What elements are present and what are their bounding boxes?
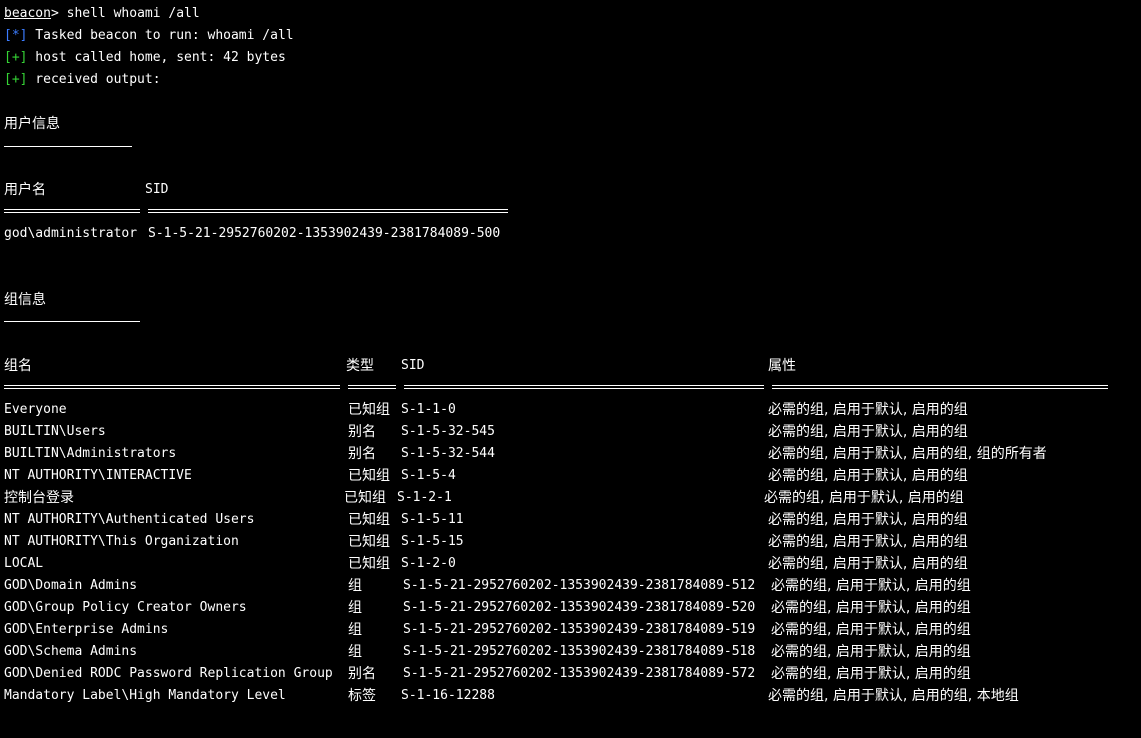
group-name: LOCAL [4, 556, 44, 571]
group-sid: S-1-5-21-2952760202-1353902439-238178408… [403, 666, 756, 681]
group-attributes: 必需的组, 启用于默认, 启用的组, 本地组 [768, 688, 1019, 704]
checkin-text: host called home, sent: 42 bytes [27, 50, 286, 65]
group-name-column-header: 组名 [4, 358, 32, 374]
group-sid: S-1-5-32-544 [401, 446, 495, 461]
command-line: beacon> shell whoami /all [4, 3, 200, 25]
group-attributes: 必需的组, 启用于默认, 启用的组 [768, 534, 968, 550]
group-type: 标签 [348, 688, 376, 704]
user-info-underline [4, 146, 132, 147]
group-name: GOD\Domain Admins [4, 578, 138, 593]
group-name: BUILTIN\Administrators [4, 446, 177, 461]
group-attributes: 必需的组, 启用于默认, 启用的组 [768, 402, 968, 418]
group-type: 已知组 [348, 512, 390, 528]
group-type: 组 [348, 622, 362, 638]
group-sid: S-1-5-21-2952760202-1353902439-238178408… [403, 622, 756, 637]
group-sid: S-1-5-21-2952760202-1353902439-238178408… [403, 578, 756, 593]
group-name: 控制台登录 [4, 490, 74, 506]
beacon-prompt[interactable]: beacon [4, 6, 51, 21]
group-type-column-header: 类型 [346, 358, 374, 374]
group-type: 组 [348, 600, 362, 616]
group-name: GOD\Group Policy Creator Owners [4, 600, 247, 615]
username-column-header: 用户名 [4, 182, 46, 198]
group-type-column-rule [348, 385, 396, 389]
group-sid: S-1-5-32-545 [401, 424, 495, 439]
group-sid: S-1-5-4 [401, 468, 456, 483]
group-attributes: 必需的组, 启用于默认, 启用的组 [771, 578, 971, 594]
group-type: 别名 [348, 424, 376, 440]
group-name: GOD\Enterprise Admins [4, 622, 169, 637]
received-line: [+] received output: [4, 69, 161, 91]
group-name: Everyone [4, 402, 67, 417]
group-attributes: 必需的组, 启用于默认, 启用的组 [768, 512, 968, 528]
group-sid: S-1-5-15 [401, 534, 464, 549]
user-sid-column-header: SID [145, 182, 169, 197]
group-name: NT AUTHORITY\Authenticated Users [4, 512, 255, 527]
group-sid: S-1-5-21-2952760202-1353902439-238178408… [403, 644, 756, 659]
group-name-column-rule [4, 385, 340, 389]
group-sid: S-1-16-12288 [401, 688, 495, 703]
checkin-line: [+] host called home, sent: 42 bytes [4, 47, 286, 69]
received-text: received output: [27, 72, 161, 87]
task-text: Tasked beacon to run: whoami /all [27, 28, 294, 43]
group-sid: S-1-5-11 [401, 512, 464, 527]
group-attributes: 必需的组, 启用于默认, 启用的组 [764, 490, 964, 506]
group-sid: S-1-2-0 [401, 556, 456, 571]
group-type: 组 [348, 644, 362, 660]
group-attributes: 必需的组, 启用于默认, 启用的组 [771, 600, 971, 616]
group-name: BUILTIN\Users [4, 424, 106, 439]
group-attributes: 必需的组, 启用于默认, 启用的组 [771, 644, 971, 660]
user-sid-column-rule [148, 209, 508, 213]
command-text: shell whoami /all [66, 6, 200, 21]
group-info-underline [4, 321, 140, 322]
user-sid-value: S-1-5-21-2952760202-1353902439-238178408… [148, 226, 501, 241]
task-line: [*] Tasked beacon to run: whoami /all [4, 25, 294, 47]
group-attributes: 必需的组, 启用于默认, 启用的组 [768, 556, 968, 572]
user-info-heading: 用户信息 [4, 116, 60, 132]
group-type: 已知组 [348, 556, 390, 572]
group-attr-column-header: 属性 [768, 358, 796, 374]
group-sid: S-1-1-0 [401, 402, 456, 417]
group-sid-column-rule [404, 385, 764, 389]
group-type: 组 [348, 578, 362, 594]
group-type: 已知组 [348, 402, 390, 418]
group-name: Mandatory Label\High Mandatory Level [4, 688, 286, 703]
group-type: 已知组 [348, 468, 390, 484]
group-sid: S-1-5-21-2952760202-1353902439-238178408… [403, 600, 756, 615]
group-type: 已知组 [344, 490, 386, 506]
group-name: GOD\Schema Admins [4, 644, 138, 659]
group-name: NT AUTHORITY\INTERACTIVE [4, 468, 192, 483]
username-value: god\administrator [4, 226, 138, 241]
prompt-separator: > [50, 6, 67, 21]
group-attributes: 必需的组, 启用于默认, 启用的组 [768, 468, 968, 484]
group-info-heading: 组信息 [4, 292, 46, 308]
group-attributes: 必需的组, 启用于默认, 启用的组, 组的所有者 [768, 446, 1047, 462]
group-type: 已知组 [348, 534, 390, 550]
username-column-rule [4, 209, 140, 213]
success-tag: [+] [4, 72, 28, 87]
group-type: 别名 [348, 446, 376, 462]
group-attributes: 必需的组, 启用于默认, 启用的组 [768, 424, 968, 440]
group-name: GOD\Denied RODC Password Replication Gro… [4, 666, 333, 681]
group-type: 别名 [348, 666, 376, 682]
info-tag: [*] [4, 28, 28, 43]
group-attr-column-rule [772, 385, 1108, 389]
group-name: NT AUTHORITY\This Organization [4, 534, 239, 549]
success-tag: [+] [4, 50, 28, 65]
group-sid-column-header: SID [401, 358, 425, 373]
group-sid: S-1-2-1 [397, 490, 452, 505]
group-attributes: 必需的组, 启用于默认, 启用的组 [771, 622, 971, 638]
group-attributes: 必需的组, 启用于默认, 启用的组 [771, 666, 971, 682]
